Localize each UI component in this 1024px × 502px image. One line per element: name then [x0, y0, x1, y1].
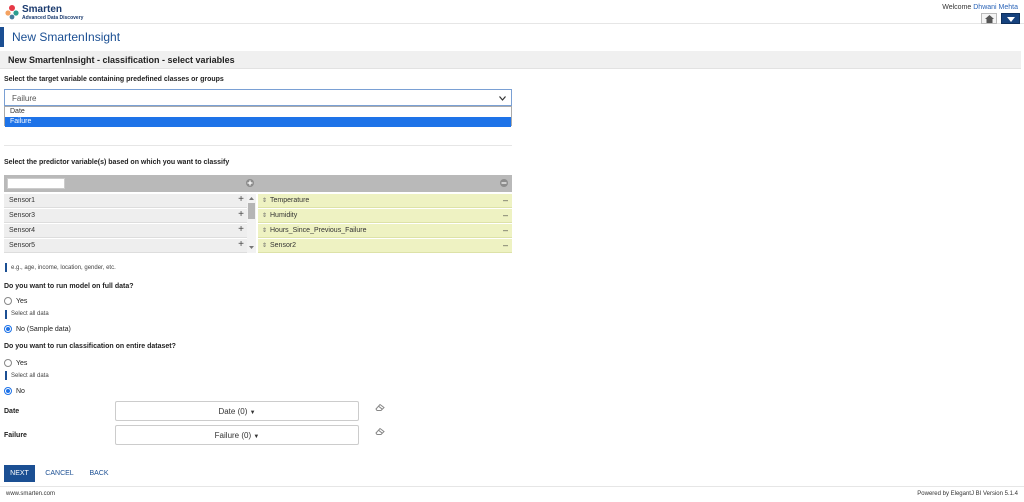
- plus-icon: [247, 180, 253, 186]
- predictor-variables-label: Select the predictor variable(s) based o…: [4, 159, 230, 166]
- drag-handle-icon[interactable]: ⇕: [262, 212, 267, 219]
- section-title: New SmartenInsight - classification - se…: [8, 55, 235, 65]
- entire-dataset-no-radio[interactable]: [4, 387, 12, 395]
- page-title: New SmartenInsight: [12, 30, 121, 44]
- divider: [4, 145, 512, 146]
- target-variable-select[interactable]: Failure: [4, 89, 512, 106]
- logo-name: Smarten: [22, 4, 63, 15]
- filter-failure-label: Failure: [4, 432, 27, 439]
- target-option-failure[interactable]: Failure: [5, 117, 511, 127]
- full-data-question: Do you want to run model on full data?: [4, 283, 134, 290]
- menu-dropdown-button[interactable]: [1001, 13, 1020, 24]
- filter-date-label: Date: [4, 408, 20, 415]
- filter-date-value: Date (0) ▼: [116, 407, 358, 416]
- full-data-no-label: No (Sample data): [16, 326, 71, 333]
- target-selected-value: Failure: [12, 94, 37, 103]
- chevron-down-icon: ▼: [249, 410, 256, 416]
- eraser-icon[interactable]: [375, 403, 385, 411]
- back-button[interactable]: BACK: [84, 465, 114, 482]
- available-variable-row[interactable]: Sensor4 +: [4, 224, 247, 238]
- selected-list-header: [258, 175, 512, 192]
- filter-date-text: Date (0): [218, 407, 248, 416]
- add-icon[interactable]: +: [238, 224, 244, 235]
- remove-icon[interactable]: –: [503, 225, 508, 235]
- title-accent: [0, 27, 4, 47]
- variable-name: Humidity: [270, 212, 298, 219]
- filter-date-dropdown[interactable]: Date (0) ▼: [115, 401, 359, 421]
- selected-variable-row[interactable]: ⇕ Hours_Since_Previous_Failure –: [258, 224, 512, 238]
- variable-name: Sensor2: [270, 242, 297, 249]
- available-variable-row[interactable]: Sensor3 +: [4, 209, 247, 223]
- variable-name: Hours_Since_Previous_Failure: [270, 227, 367, 234]
- available-list-scrollbar[interactable]: [247, 194, 256, 253]
- footer-version: Powered by ElegantJ BI Version 5.1.4: [917, 491, 1018, 497]
- scroll-up-icon: [249, 197, 254, 200]
- full-data-yes-label: Yes: [16, 298, 28, 305]
- next-button[interactable]: NEXT: [4, 465, 35, 482]
- target-variable-label: Select the target variable containing pr…: [4, 76, 224, 83]
- available-variable-row[interactable]: Sensor1 +: [4, 194, 247, 208]
- chevron-down-icon: [499, 96, 506, 101]
- add-icon[interactable]: +: [238, 209, 244, 220]
- footer: www.smarten.com Powered by ElegantJ BI V…: [0, 486, 1024, 502]
- variable-name: Sensor4: [9, 227, 36, 234]
- remove-icon[interactable]: –: [503, 210, 508, 220]
- remove-icon[interactable]: –: [503, 240, 508, 250]
- smarten-logo[interactable]: Smarten Advanced Data Discovery: [4, 2, 86, 22]
- eraser-icon[interactable]: [375, 427, 385, 435]
- available-variable-row[interactable]: Sensor5 +: [4, 239, 247, 253]
- scroll-down-icon: [249, 246, 254, 249]
- full-data-yes-radio[interactable]: [4, 297, 12, 305]
- remove-all-button[interactable]: [500, 179, 508, 187]
- hint-accent: [5, 263, 7, 272]
- add-all-button[interactable]: [246, 179, 254, 187]
- page-title-bar: New SmartenInsight: [0, 27, 1024, 47]
- chevron-down-icon: ▼: [253, 434, 260, 440]
- target-options-list: Date Failure: [4, 106, 512, 127]
- minus-icon: [501, 182, 507, 184]
- variable-name: Temperature: [270, 197, 310, 204]
- variable-name: Sensor3: [9, 212, 36, 219]
- logo-icon: [5, 5, 19, 20]
- home-icon: [985, 15, 994, 23]
- logo-tagline: Advanced Data Discovery: [22, 15, 84, 21]
- entire-dataset-question: Do you want to run classification on ent…: [4, 343, 176, 350]
- hint-accent: [5, 371, 7, 380]
- user-name[interactable]: Dhwani Mehta: [973, 4, 1018, 11]
- predictor-hint: e.g., age, income, location, gender, etc…: [11, 265, 116, 271]
- full-data-no-radio[interactable]: [4, 325, 12, 333]
- drag-handle-icon[interactable]: ⇕: [262, 197, 267, 204]
- scrollbar-thumb[interactable]: [248, 203, 255, 219]
- entire-dataset-yes-label: Yes: [16, 360, 28, 367]
- filter-failure-dropdown[interactable]: Failure (0) ▼: [115, 425, 359, 445]
- chevron-down-icon: [1007, 17, 1015, 22]
- target-option-date[interactable]: Date: [5, 107, 511, 117]
- hint-accent: [5, 310, 7, 319]
- welcome-label: Welcome: [942, 4, 972, 11]
- entire-dataset-no-label: No: [16, 388, 25, 395]
- drag-handle-icon[interactable]: ⇕: [262, 242, 267, 249]
- selected-variable-row[interactable]: ⇕ Temperature –: [258, 194, 512, 208]
- home-button[interactable]: [981, 13, 997, 24]
- filter-failure-value: Failure (0) ▼: [116, 431, 358, 440]
- add-icon[interactable]: +: [238, 194, 244, 205]
- footer-website[interactable]: www.smarten.com: [6, 491, 55, 497]
- top-bar: Smarten Advanced Data Discovery Welcome …: [0, 0, 1024, 24]
- add-icon[interactable]: +: [238, 239, 244, 250]
- drag-handle-icon[interactable]: ⇕: [262, 227, 267, 234]
- selected-variable-row[interactable]: ⇕ Sensor2 –: [258, 239, 512, 253]
- cancel-button[interactable]: CANCEL: [42, 465, 77, 482]
- selected-variable-row[interactable]: ⇕ Humidity –: [258, 209, 512, 223]
- variable-name: Sensor5: [9, 242, 36, 249]
- variable-name: Sensor1: [9, 197, 36, 204]
- welcome-text: Welcome Dhwani Mehta: [942, 4, 1018, 11]
- filter-failure-text: Failure (0): [214, 431, 252, 440]
- entire-dataset-yes-radio[interactable]: [4, 359, 12, 367]
- remove-icon[interactable]: –: [503, 195, 508, 205]
- full-data-yes-hint: Select all data: [11, 311, 49, 317]
- section-header: New SmartenInsight - classification - se…: [0, 51, 1021, 69]
- entire-dataset-yes-hint: Select all data: [11, 373, 49, 379]
- available-search-input[interactable]: [7, 178, 65, 189]
